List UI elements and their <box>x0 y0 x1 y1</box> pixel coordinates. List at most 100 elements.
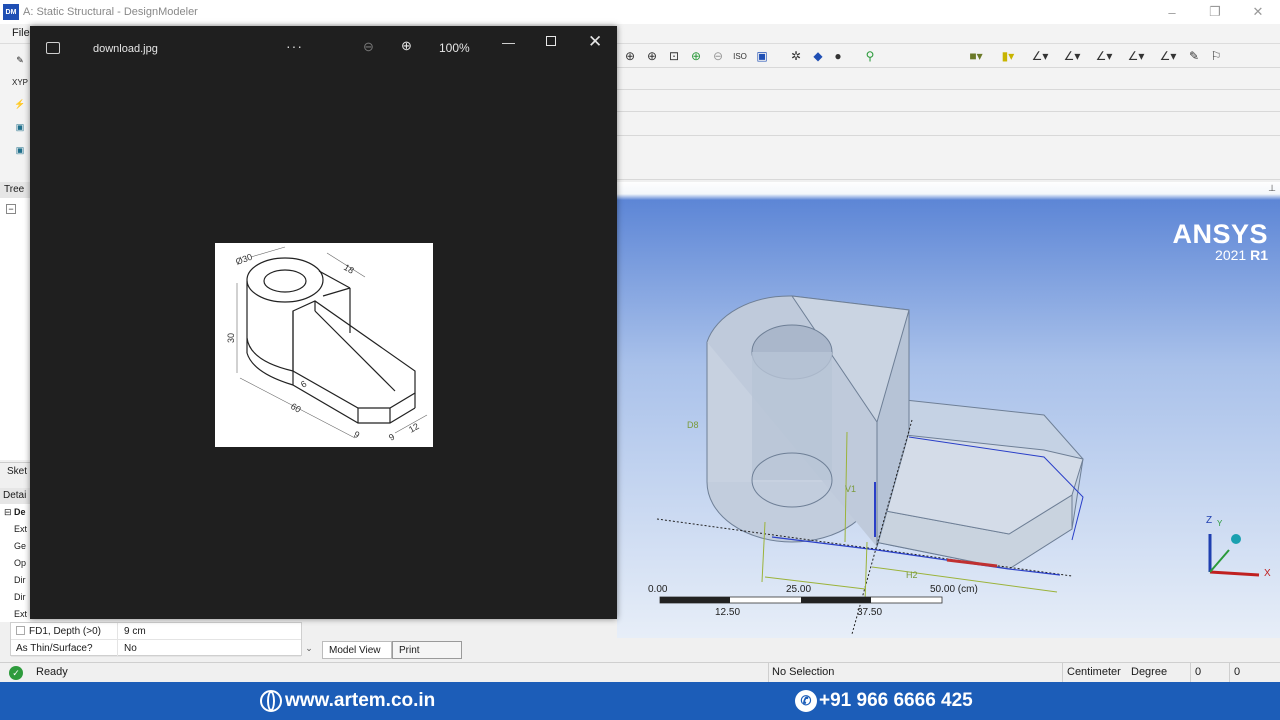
property-value[interactable]: No <box>117 640 301 657</box>
toolbar-row-4 <box>617 112 1280 136</box>
tab-print-preview[interactable]: Print Preview <box>392 641 462 673</box>
chevron-down-icon[interactable]: ⌄ <box>302 640 316 656</box>
extrude-icon[interactable]: ▣ <box>12 119 28 135</box>
phone-contact[interactable]: ✆ +91 966 6666 425 <box>795 690 973 712</box>
scale-label: 50.00 (cm) <box>930 584 978 595</box>
zoom-level: 100% <box>439 41 470 55</box>
body-select-icon[interactable]: ◆ <box>809 48 827 64</box>
iso-view-icon[interactable]: ISO <box>731 48 749 64</box>
toolbar-row-5 <box>617 136 1280 180</box>
drawing-dim: 9 <box>387 432 396 443</box>
dimension-label[interactable]: D8 <box>687 420 699 430</box>
model-geometry <box>656 295 1260 635</box>
viewer-maximize-button[interactable] <box>546 36 556 46</box>
sketch-tool-4-icon[interactable]: ∠▾ <box>1127 48 1145 64</box>
drawing-dim: Ø30 <box>234 252 253 267</box>
sketch-icon[interactable]: ✎ <box>12 52 28 68</box>
drawing-dim: 12 <box>407 421 421 435</box>
tree-outline: − <box>0 198 30 460</box>
sketching-tab[interactable]: Sket <box>0 462 30 480</box>
revolve-icon[interactable]: ▣ <box>12 142 28 158</box>
details-view: ⊟ De Ext Ge Op Dir Dir Ext <box>0 504 30 622</box>
zoom-in-icon[interactable]: ⊕ <box>401 38 412 54</box>
status-text: Ready <box>36 666 68 678</box>
triad-z-label: Z <box>1206 515 1213 526</box>
detail-row[interactable]: Dir <box>14 572 26 589</box>
whatsapp-icon: ✆ <box>795 690 817 712</box>
status-bar: ✓ Ready No Selection Centimeter Degree 0… <box>0 662 1280 683</box>
viewer-close-button[interactable]: ✕ <box>588 32 602 52</box>
more-options-icon[interactable]: ··· <box>286 38 303 54</box>
sketch-tool-1-icon[interactable]: ∠▾ <box>1031 48 1049 64</box>
check-icon: ✓ <box>9 666 23 680</box>
display-plane-icon[interactable]: ▣ <box>753 48 771 64</box>
website-link[interactable]: www.artem.co.in <box>260 690 435 712</box>
details-group[interactable]: ⊟ De <box>4 504 26 521</box>
zoom-out-icon[interactable]: ⊖ <box>363 39 374 55</box>
edge-filter-icon[interactable]: ▮▾ <box>999 48 1017 64</box>
globe-icon <box>260 690 282 712</box>
restore-button[interactable]: ❐ <box>1195 0 1235 24</box>
status-count: 0 <box>1234 666 1241 678</box>
promo-banner: www.artem.co.in ✆ +91 966 6666 425 <box>0 682 1280 720</box>
collapse-icon[interactable]: − <box>6 204 16 214</box>
angle-unit[interactable]: Degree <box>1131 666 1167 678</box>
sketch-tool-3-icon[interactable]: ∠▾ <box>1095 48 1113 64</box>
window-title: A: Static Structural - DesignModeler <box>23 6 198 18</box>
photo-viewer-window: download.jpg ··· ⊖ ⊕ 100% — ✕ Ø30 18 30 … <box>30 26 617 619</box>
title-bar: DM A: Static Structural - DesignModeler … <box>0 0 1280 24</box>
zoom-fit-icon[interactable]: ⊕ <box>687 48 705 64</box>
scale-label: 12.50 <box>715 607 741 618</box>
triad-y-label: Y <box>1217 519 1223 528</box>
drawing-dim: 60 <box>289 401 303 415</box>
plane-label: XYP <box>12 77 29 87</box>
property-key: FD1, Depth (>0) <box>16 623 101 640</box>
property-value[interactable]: 9 cm <box>117 623 301 640</box>
face-filter-icon[interactable]: ■▾ <box>967 48 985 64</box>
graphics-viewport[interactable]: ⊥ ANSYS 2021 R1 0.00 25.00 50.00 (cm) 12… <box>617 182 1280 638</box>
property-key: As Thin/Surface? <box>16 643 93 654</box>
detail-row[interactable]: Dir <box>14 589 26 606</box>
dimension-label[interactable]: V1 <box>845 484 856 494</box>
dimension-label[interactable]: H2 <box>906 570 918 580</box>
viewer-filename: download.jpg <box>93 43 158 55</box>
zoom-box-icon[interactable]: ⊕ <box>643 48 661 64</box>
generate-icon[interactable]: ⚡ <box>12 96 28 112</box>
sketch-tool-2-icon[interactable]: ∠▾ <box>1063 48 1081 64</box>
property-thin-surface[interactable]: As Thin/Surface? No <box>11 640 301 657</box>
detail-row[interactable]: Op <box>14 555 26 572</box>
pin-tool-icon[interactable]: ✎ <box>1185 48 1203 64</box>
scale-label: 25.00 <box>786 584 812 595</box>
tab-model-view[interactable]: Model View <box>322 641 392 659</box>
property-depth[interactable]: FD1, Depth (>0) 9 cm <box>11 623 301 640</box>
sketch-tool-5-icon[interactable]: ∠▾ <box>1159 48 1177 64</box>
selection-filter-icon[interactable]: ⚲ <box>861 48 879 64</box>
close-button[interactable]: ✕ <box>1238 0 1278 24</box>
zoom-in-icon[interactable]: ⊕ <box>621 48 639 64</box>
detail-row[interactable]: Ext <box>14 521 27 538</box>
zoom-region-icon[interactable]: ⊡ <box>665 48 683 64</box>
detail-row[interactable]: Ext <box>14 606 27 623</box>
select-mode-icon[interactable]: ✲ <box>787 48 805 64</box>
length-unit[interactable]: Centimeter <box>1067 666 1121 678</box>
menu-file[interactable]: File <box>12 27 30 39</box>
app-icon: DM <box>3 4 19 20</box>
viewer-title-bar: download.jpg ··· ⊖ ⊕ 100% — ✕ <box>30 26 617 72</box>
point-select-icon[interactable]: ● <box>829 48 847 64</box>
flag-tool-icon[interactable]: ⚐ <box>1207 48 1225 64</box>
detail-row[interactable]: Ge <box>14 538 26 555</box>
minimize-button[interactable]: – <box>1152 0 1192 24</box>
isometric-drawing: Ø30 18 30 6 60 9 9 12 <box>226 246 428 443</box>
zoom-out-icon[interactable]: ⊖ <box>709 48 727 64</box>
photos-icon <box>46 42 60 54</box>
viewer-minimize-button[interactable]: — <box>502 35 515 50</box>
triad-x-label: X <box>1264 568 1271 579</box>
toolbar-row-2 <box>617 68 1280 90</box>
tree-outline-header: Tree O <box>0 182 30 211</box>
drawing-dim: 9 <box>352 429 361 440</box>
drawing-image: Ø30 18 30 6 60 9 9 12 <box>215 243 433 447</box>
toolbar-row-3 <box>617 90 1280 112</box>
status-count: 0 <box>1195 666 1202 678</box>
scale-label: 0.00 <box>648 584 668 595</box>
properties-grid: FD1, Depth (>0) 9 cm As Thin/Surface? No <box>10 622 302 657</box>
